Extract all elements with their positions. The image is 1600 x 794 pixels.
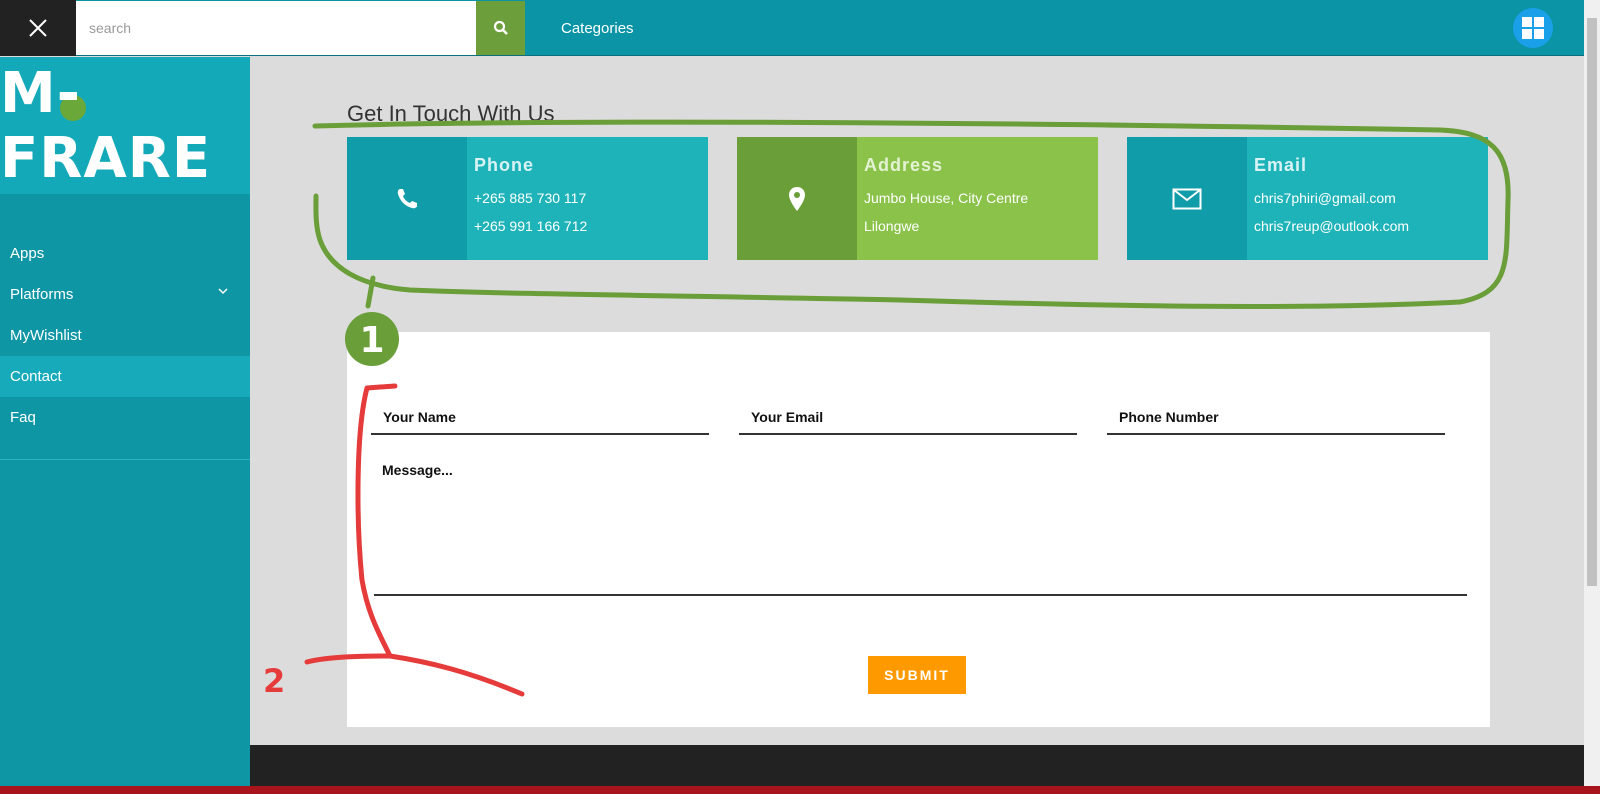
email-card: Email chris7phiri@gmail.com chris7reup@o… [1127, 137, 1488, 260]
main-content: Get In Touch With Us Phone +265 885 730 … [250, 57, 1584, 745]
search-button[interactable] [476, 1, 525, 55]
sidebar-item-faq[interactable]: Faq [0, 397, 250, 438]
sidebar-item-label: Apps [10, 245, 45, 262]
sidebar-item-contact[interactable]: Contact [0, 356, 250, 397]
address-line-2: Lilongwe [864, 218, 920, 234]
phone-number-1: +265 885 730 117 [474, 190, 587, 206]
close-button[interactable] [0, 0, 76, 56]
top-bar: Categories [0, 0, 1584, 56]
sidebar-item-label: Contact [10, 368, 62, 385]
sidebar-item-label: Faq [10, 409, 36, 426]
address-card: Address Jumbo House, City Centre Lilongw… [737, 137, 1098, 260]
logo-text: M-FRARE [0, 60, 212, 191]
sidebar-item-platforms[interactable]: Platforms [0, 274, 250, 315]
logo[interactable]: M-FRARE [0, 57, 250, 194]
sidebar-item-apps[interactable]: Apps [0, 233, 250, 274]
email-title: Email [1254, 155, 1308, 175]
phone-field[interactable] [1107, 400, 1445, 435]
scroll-thumb[interactable] [1587, 18, 1597, 586]
email-address-2: chris7reup@outlook.com [1254, 218, 1410, 234]
search-input[interactable] [76, 1, 476, 55]
footer [250, 745, 1584, 786]
contact-form: SUBMIT [347, 332, 1490, 727]
chevron-down-icon [218, 288, 228, 295]
envelope-icon [1172, 188, 1202, 209]
sidebar-divider [0, 459, 250, 460]
phone-icon-box [347, 137, 467, 260]
sidebar-item-label: Platforms [10, 286, 74, 303]
phone-icon [397, 188, 417, 208]
windows-icon[interactable] [1513, 8, 1553, 48]
phone-title: Phone [474, 155, 535, 175]
address-icon-box [737, 137, 857, 260]
message-field[interactable] [374, 452, 1467, 596]
submit-button[interactable]: SUBMIT [868, 656, 966, 694]
email-icon-box [1127, 137, 1247, 260]
phone-number-2: +265 991 166 712 [474, 218, 588, 234]
map-pin-icon [789, 186, 805, 211]
sidebar-item-mywishlist[interactable]: MyWishlist [0, 315, 250, 356]
close-icon [29, 19, 47, 37]
name-field[interactable] [371, 400, 709, 435]
sidebar: M-FRARE Apps Platforms MyWishlist Contac… [0, 57, 250, 794]
email-field[interactable] [739, 400, 1077, 435]
address-title: Address [864, 155, 944, 175]
page-title: Get In Touch With Us [347, 101, 555, 126]
categories-link[interactable]: Categories [561, 20, 634, 37]
scrollbar[interactable] [1584, 0, 1600, 786]
address-line-1: Jumbo House, City Centre [864, 190, 1029, 206]
phone-card: Phone +265 885 730 117 +265 991 166 712 [347, 137, 708, 260]
search-icon [493, 20, 508, 35]
sidebar-item-label: MyWishlist [10, 327, 82, 344]
sidebar-nav: Apps Platforms MyWishlist Contact Faq [0, 233, 250, 438]
taskbar [0, 786, 1600, 794]
email-address-1: chris7phiri@gmail.com [1254, 190, 1396, 206]
